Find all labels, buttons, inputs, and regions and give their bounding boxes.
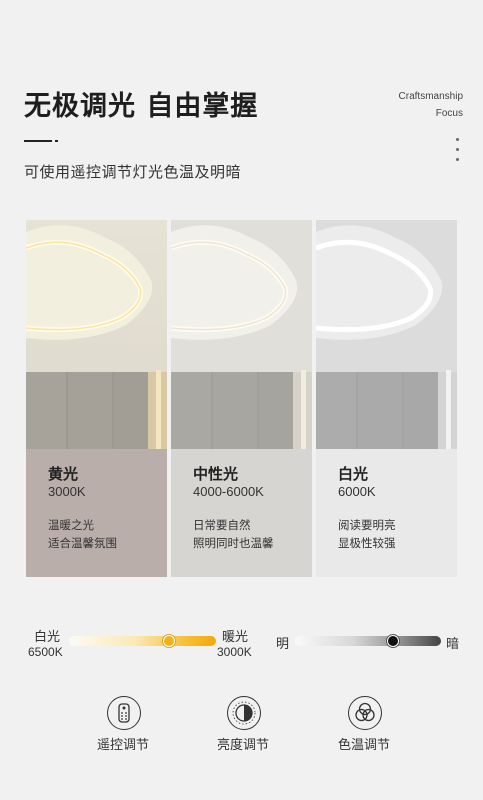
light-panel-cool: 白光 6000K 阅读要明亮 显极性较强 bbox=[316, 220, 457, 577]
title-divider-dot bbox=[55, 140, 58, 142]
panel-description: 日常要自然 bbox=[193, 518, 251, 532]
light-panel-neutral: 中性光 4000-6000K 日常要自然 照明同时也温馨 bbox=[171, 220, 312, 577]
panel-temperature: 3000K bbox=[48, 484, 86, 499]
temperature-right-value: 3000K bbox=[217, 645, 252, 659]
warm-light-photo bbox=[26, 220, 167, 449]
panel-name: 黄光 bbox=[48, 465, 79, 483]
page-title: 无极调光 自由掌握 bbox=[24, 91, 259, 122]
panel-description: 温暖之光 bbox=[48, 518, 94, 532]
cool-light-photo bbox=[316, 220, 457, 449]
remote-control-icon bbox=[107, 696, 141, 730]
tagline-line-1: Craftsmanship bbox=[398, 91, 463, 102]
tagline-line-2: Focus bbox=[435, 108, 463, 119]
panel-description: 显极性较强 bbox=[338, 536, 396, 550]
neutral-light-info: 中性光 4000-6000K 日常要自然 照明同时也温馨 bbox=[171, 449, 312, 577]
brightness-left-label: 明 bbox=[276, 637, 290, 652]
brightness-right-label: 暗 bbox=[446, 637, 460, 652]
panel-temperature: 6000K bbox=[338, 484, 376, 499]
color-temperature-icon bbox=[348, 696, 382, 730]
temperature-left-label: 白光 bbox=[34, 630, 61, 645]
feature-label: 亮度调节 bbox=[216, 738, 269, 753]
panel-name: 中性光 bbox=[193, 465, 239, 483]
neutral-light-photo bbox=[171, 220, 312, 449]
brightness-icon bbox=[227, 696, 261, 730]
temperature-right-label: 暖光 bbox=[222, 630, 249, 645]
brand-tagline: Craftsmanship Focus bbox=[399, 88, 463, 122]
cool-light-info: 白光 6000K 阅读要明亮 显极性较强 bbox=[316, 449, 457, 577]
light-panel-warm: 黄光 3000K 温暖之光 适合温馨氛围 bbox=[26, 220, 167, 577]
brightness-slider-knob[interactable] bbox=[386, 635, 399, 647]
temperature-left-value: 6500K bbox=[28, 645, 63, 659]
panel-name: 白光 bbox=[338, 465, 369, 483]
warm-light-info: 黄光 3000K 温暖之光 适合温馨氛围 bbox=[26, 449, 167, 577]
temperature-slider-track[interactable] bbox=[69, 636, 216, 646]
feature-label: 遥控调节 bbox=[96, 738, 149, 753]
feature-label: 色温调节 bbox=[337, 738, 390, 753]
brightness-slider-track[interactable] bbox=[295, 636, 441, 646]
panel-description: 适合温馨氛围 bbox=[48, 536, 117, 550]
panel-temperature: 4000-6000K bbox=[193, 484, 264, 499]
panel-description: 照明同时也温馨 bbox=[193, 536, 274, 550]
page-subtitle: 可使用遥控调节灯光色温及明暗 bbox=[24, 163, 242, 181]
panel-description: 阅读要明亮 bbox=[338, 518, 396, 532]
more-icon[interactable] bbox=[456, 138, 460, 168]
temperature-slider-knob[interactable] bbox=[162, 635, 175, 647]
title-divider bbox=[24, 140, 52, 142]
